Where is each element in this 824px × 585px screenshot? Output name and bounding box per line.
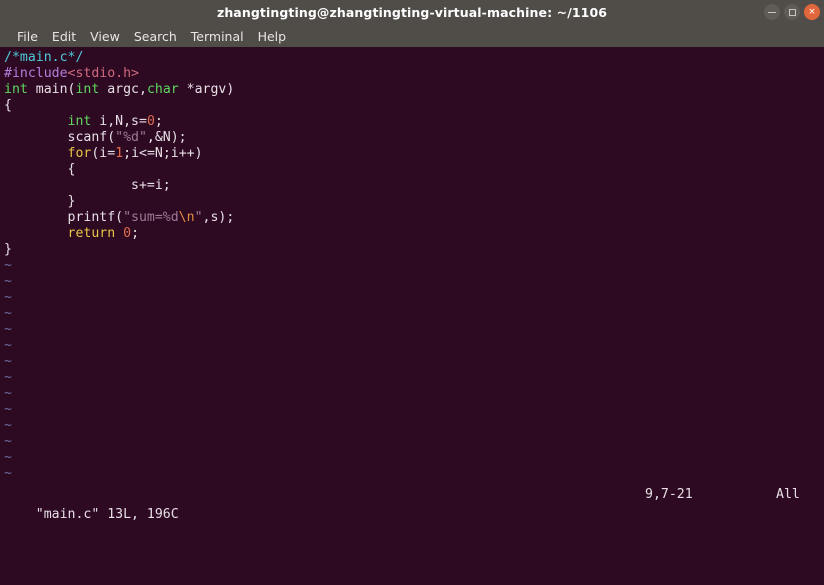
code-token-plain: ; [131, 226, 140, 241]
code-line: { [4, 98, 824, 114]
code-token-plain: (i= [91, 146, 116, 161]
code-token-string: "sum=%d [123, 210, 179, 225]
status-scroll-position: All [776, 487, 800, 502]
code-line: int main(int argc,char *argv) [4, 82, 824, 98]
code-token-header: <stdio.h> [67, 66, 139, 81]
empty-line-marker: ~ [4, 370, 12, 385]
maximize-button[interactable] [784, 4, 800, 20]
empty-line-marker: ~ [4, 466, 12, 481]
menu-item-help[interactable]: Help [251, 27, 294, 46]
code-token-plain: scanf( [4, 130, 116, 145]
code-token-number: 0 [123, 226, 132, 241]
code-token-type: int [75, 82, 100, 97]
code-token-plain: ;i<=N;i++) [123, 146, 203, 161]
menu-item-view[interactable]: View [83, 27, 127, 46]
code-token-type: int [4, 82, 28, 97]
empty-line-marker: ~ [4, 338, 12, 353]
empty-line-marker: ~ [4, 322, 12, 337]
code-token-plain: ; [154, 114, 163, 129]
status-cursor-position: 9,7-21 [645, 487, 693, 502]
code-line: #include<stdio.h> [4, 66, 824, 82]
code-token-type: char [146, 82, 179, 97]
code-line: s+=i; [4, 178, 824, 194]
code-token-keyword: for [67, 146, 92, 161]
code-token-number: 1 [115, 146, 124, 161]
code-token-plain: } [4, 194, 76, 209]
code-line: int i,N,s=0; [4, 114, 824, 130]
code-token-plain: main( [27, 82, 76, 97]
code-token-plain: *argv) [178, 82, 235, 97]
vim-status-line: "main.c" 13L, 196C 9,7-21 All [0, 485, 824, 522]
code-token-string: " [194, 210, 203, 225]
code-token-plain: i,N,s= [91, 114, 147, 129]
status-file-info: "main.c" 13L, 196C [35, 507, 179, 522]
window-title: zhangtingting@zhangtingting-virtual-mach… [216, 4, 608, 20]
terminal-screen[interactable]: /*main.c*/#include<stdio.h> int main(int … [0, 47, 824, 485]
code-token-preproc: #include [4, 66, 68, 81]
window-titlebar[interactable]: zhangtingting@zhangtingting-virtual-mach… [0, 0, 824, 25]
menu-item-edit[interactable]: Edit [45, 27, 83, 46]
code-line: return 0; [4, 226, 824, 242]
close-button[interactable]: × [804, 4, 820, 20]
code-token-plain: ,s); [202, 210, 235, 225]
empty-line-marker: ~ [4, 402, 12, 417]
empty-line-marker: ~ [4, 354, 12, 369]
terminal-window: zhangtingting@zhangtingting-virtual-mach… [0, 0, 824, 522]
code-line: /*main.c*/ [4, 50, 824, 66]
empty-line-marker: ~ [4, 258, 12, 273]
code-token-plain: ,&N); [146, 130, 187, 145]
code-token-plain: { [4, 98, 12, 113]
minimize-icon [768, 11, 776, 13]
empty-line-marker: ~ [4, 306, 12, 321]
code-line: } [4, 194, 824, 210]
menu-item-terminal[interactable]: Terminal [184, 27, 251, 46]
menu-item-file[interactable]: File [10, 27, 45, 46]
code-token-plain: argc, [99, 82, 147, 97]
code-token-plain: printf( [4, 210, 124, 225]
code-token-plain: } [4, 242, 12, 257]
code-token-type: int [67, 114, 92, 129]
code-line: { [4, 162, 824, 178]
code-token-keyword: return [67, 226, 116, 241]
code-token-string: "%d" [115, 130, 147, 145]
code-line: for(i=1;i<=N;i++) [4, 146, 824, 162]
empty-line-marker: ~ [4, 386, 12, 401]
code-line: scanf("%d",&N); [4, 130, 824, 146]
empty-line-marker: ~ [4, 274, 12, 289]
menu-item-search[interactable]: Search [127, 27, 184, 46]
code-token-comment: /*main.c*/ [4, 50, 84, 65]
empty-line-marker: ~ [4, 290, 12, 305]
code-token-escape: \n [178, 210, 195, 225]
close-icon: × [808, 6, 816, 17]
empty-line-marker: ~ [4, 450, 12, 465]
menubar: File Edit View Search Terminal Help [0, 25, 824, 47]
window-controls: × [764, 0, 820, 24]
empty-line-marker: ~ [4, 434, 12, 449]
code-token-plain: s+=i; [4, 178, 171, 193]
code-line: printf("sum=%d\n",s); [4, 210, 824, 226]
empty-line-marker: ~ [4, 418, 12, 433]
code-line: } [4, 242, 824, 258]
maximize-icon [788, 8, 796, 16]
minimize-button[interactable] [764, 4, 780, 20]
code-token-number: 0 [146, 114, 155, 129]
code-token-plain: { [4, 162, 76, 177]
